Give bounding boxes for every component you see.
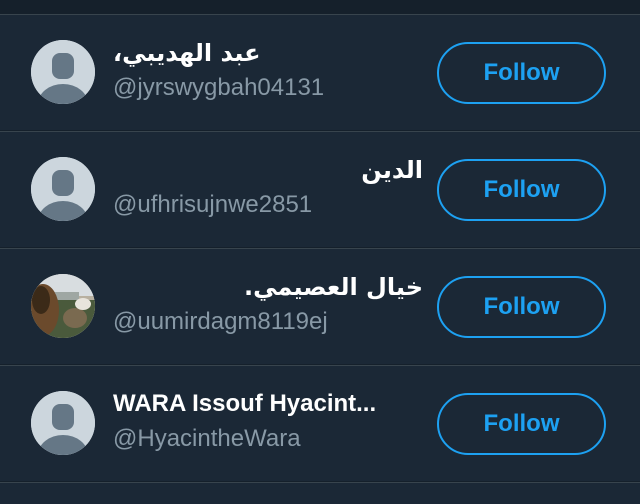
user-row[interactable]: عبد الهديبي، @jyrswygbah04131 Follow <box>0 14 640 130</box>
user-handle[interactable]: @HyacintheWara <box>113 424 301 454</box>
user-display-name[interactable]: خيال العصيمي. <box>113 271 423 303</box>
follow-button[interactable]: Follow <box>437 159 606 221</box>
list-divider <box>0 482 640 504</box>
user-row[interactable]: WARA Issouf Hyacint... @HyacintheWara Fo… <box>0 365 640 481</box>
default-avatar-icon[interactable] <box>31 40 95 104</box>
user-row[interactable]: خيال العصيمي. @uumirdagm8119ej Follow <box>0 248 640 364</box>
follow-button[interactable]: Follow <box>437 42 606 104</box>
follow-suggestions-list: عبد الهديبي، @jyrswygbah04131 Follow الد… <box>0 0 640 504</box>
follow-button[interactable]: Follow <box>437 276 606 338</box>
follow-button[interactable]: Follow <box>437 393 606 455</box>
default-avatar-icon[interactable] <box>31 157 95 221</box>
default-avatar-icon[interactable] <box>31 391 95 455</box>
photo-avatar[interactable] <box>31 274 95 338</box>
user-display-name[interactable]: عبد الهديبي، <box>113 37 423 69</box>
user-handle[interactable]: @ufhrisujnwe2851 <box>113 190 312 220</box>
user-display-name[interactable]: الدين <box>113 154 423 186</box>
user-row[interactable]: الدين @ufhrisujnwe2851 Follow <box>0 131 640 247</box>
user-handle[interactable]: @jyrswygbah04131 <box>113 73 324 103</box>
user-handle[interactable]: @uumirdagm8119ej <box>113 307 328 337</box>
user-display-name[interactable]: WARA Issouf Hyacint... <box>113 388 423 420</box>
